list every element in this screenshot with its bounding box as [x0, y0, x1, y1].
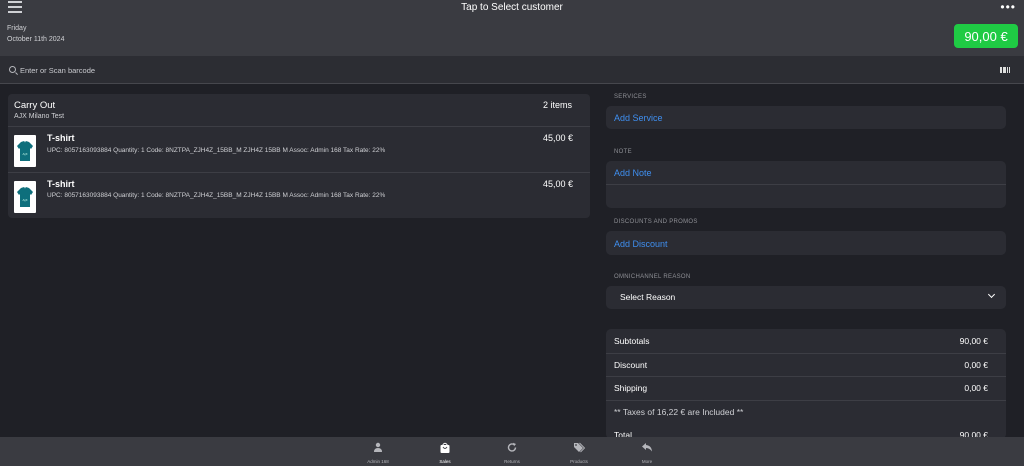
tab-returns[interactable]: Returns — [482, 437, 542, 466]
cart-panel: Carry Out AJX Milano Test 2 items A|X T-… — [8, 94, 590, 218]
tshirt-icon: A|X — [17, 186, 33, 207]
order-summary-card: Subtotals 90,00 € Discount 0,00 € Shippi… — [606, 329, 1006, 440]
chevron-down-icon — [987, 290, 996, 299]
tab-label: Returns — [504, 459, 520, 464]
add-note-card[interactable]: Add Note — [606, 161, 1006, 208]
add-note-button[interactable]: Add Note — [614, 168, 652, 178]
tab-sales[interactable]: Sales — [415, 437, 475, 466]
add-service-button[interactable]: Add Service — [614, 113, 663, 123]
tab-admin[interactable]: Admin 168 — [348, 437, 408, 466]
cart-type-title: Carry Out — [14, 100, 56, 111]
tab-label: Admin 168 — [367, 459, 389, 464]
cart-item[interactable]: A|X T-shirt UPC: 8057163093884 Quantity:… — [8, 173, 590, 219]
search-icon — [9, 66, 16, 73]
discount-value: 0,00 € — [964, 360, 988, 370]
tshirt-thumbnail: A|X — [14, 181, 36, 213]
date-label: October 11th 2024 — [7, 36, 65, 43]
bottom-tab-bar: Admin 168 Sales Returns Products More — [0, 437, 1024, 466]
divider — [606, 184, 1006, 185]
search-input[interactable]: Enter or Scan barcode — [20, 66, 95, 75]
item-name: T-shirt — [47, 133, 75, 143]
tshirt-icon: A|X — [17, 140, 33, 161]
tab-label: More — [641, 459, 653, 464]
subtotals-label: Subtotals — [614, 336, 650, 346]
subtotals-row: Subtotals 90,00 € — [606, 329, 1006, 353]
day-label: Friday — [7, 25, 27, 32]
discount-row: Discount 0,00 € — [606, 353, 1006, 377]
select-customer-button[interactable]: Tap to Select customer — [0, 2, 1024, 13]
shipping-label: Shipping — [614, 383, 648, 393]
tshirt-thumbnail: A|X — [14, 135, 36, 167]
shipping-value: 0,00 € — [964, 383, 988, 393]
tab-label: Sales — [439, 459, 451, 464]
note-section-label: NOTE — [614, 149, 632, 155]
divider — [606, 400, 1006, 401]
omnichannel-section-label: OMNICHANNEL REASON — [614, 274, 691, 280]
shipping-row: Shipping 0,00 € — [606, 376, 1006, 400]
barcode-scan-icon[interactable] — [1000, 67, 1010, 73]
selected-reason: Select Reason — [620, 292, 676, 302]
subtotals-value: 90,00 € — [959, 336, 988, 346]
item-price: 45,00 € — [543, 133, 574, 143]
barcode-search-bar[interactable]: Enter or Scan barcode — [0, 56, 1024, 84]
item-name: T-shirt — [47, 179, 75, 189]
services-section-label: SERVICES — [614, 94, 647, 100]
person-icon — [373, 442, 383, 455]
tab-label: Products — [570, 459, 588, 464]
checkout-total-button[interactable]: 90,00 € — [954, 24, 1018, 48]
add-discount-button[interactable]: Add Discount — [614, 239, 668, 249]
svg-text:A|X: A|X — [22, 152, 27, 156]
tab-products[interactable]: Products — [549, 437, 609, 466]
refresh-icon — [507, 442, 518, 456]
svg-text:A|X: A|X — [22, 198, 27, 202]
omnichannel-reason-select[interactable]: Select Reason — [606, 286, 1006, 309]
add-service-card[interactable]: Add Service — [606, 106, 1006, 129]
store-name: AJX Milano Test — [14, 113, 65, 120]
cart-item[interactable]: A|X T-shirt UPC: 8057163093884 Quantity:… — [8, 127, 590, 173]
item-count: 2 items — [543, 100, 573, 110]
tax-included-note: ** Taxes of 16,22 € are Included ** — [614, 407, 744, 417]
shopping-bag-icon — [440, 442, 451, 456]
item-price: 45,00 € — [543, 179, 574, 189]
top-bar: Tap to Select customer ••• Friday Octobe… — [0, 0, 1024, 56]
item-details: UPC: 8057163093884 Quantity: 1 Code: 8NZ… — [47, 147, 386, 154]
reply-icon — [642, 442, 653, 455]
tab-more[interactable]: More — [617, 437, 677, 466]
add-discount-card[interactable]: Add Discount — [606, 231, 1006, 255]
tags-icon — [573, 442, 586, 456]
more-options-icon[interactable]: ••• — [1000, 0, 1016, 14]
item-details: UPC: 8057163093884 Quantity: 1 Code: 8NZ… — [47, 192, 386, 199]
discount-label: Discount — [614, 360, 648, 370]
discounts-section-label: DISCOUNTS AND PROMOS — [614, 219, 698, 225]
